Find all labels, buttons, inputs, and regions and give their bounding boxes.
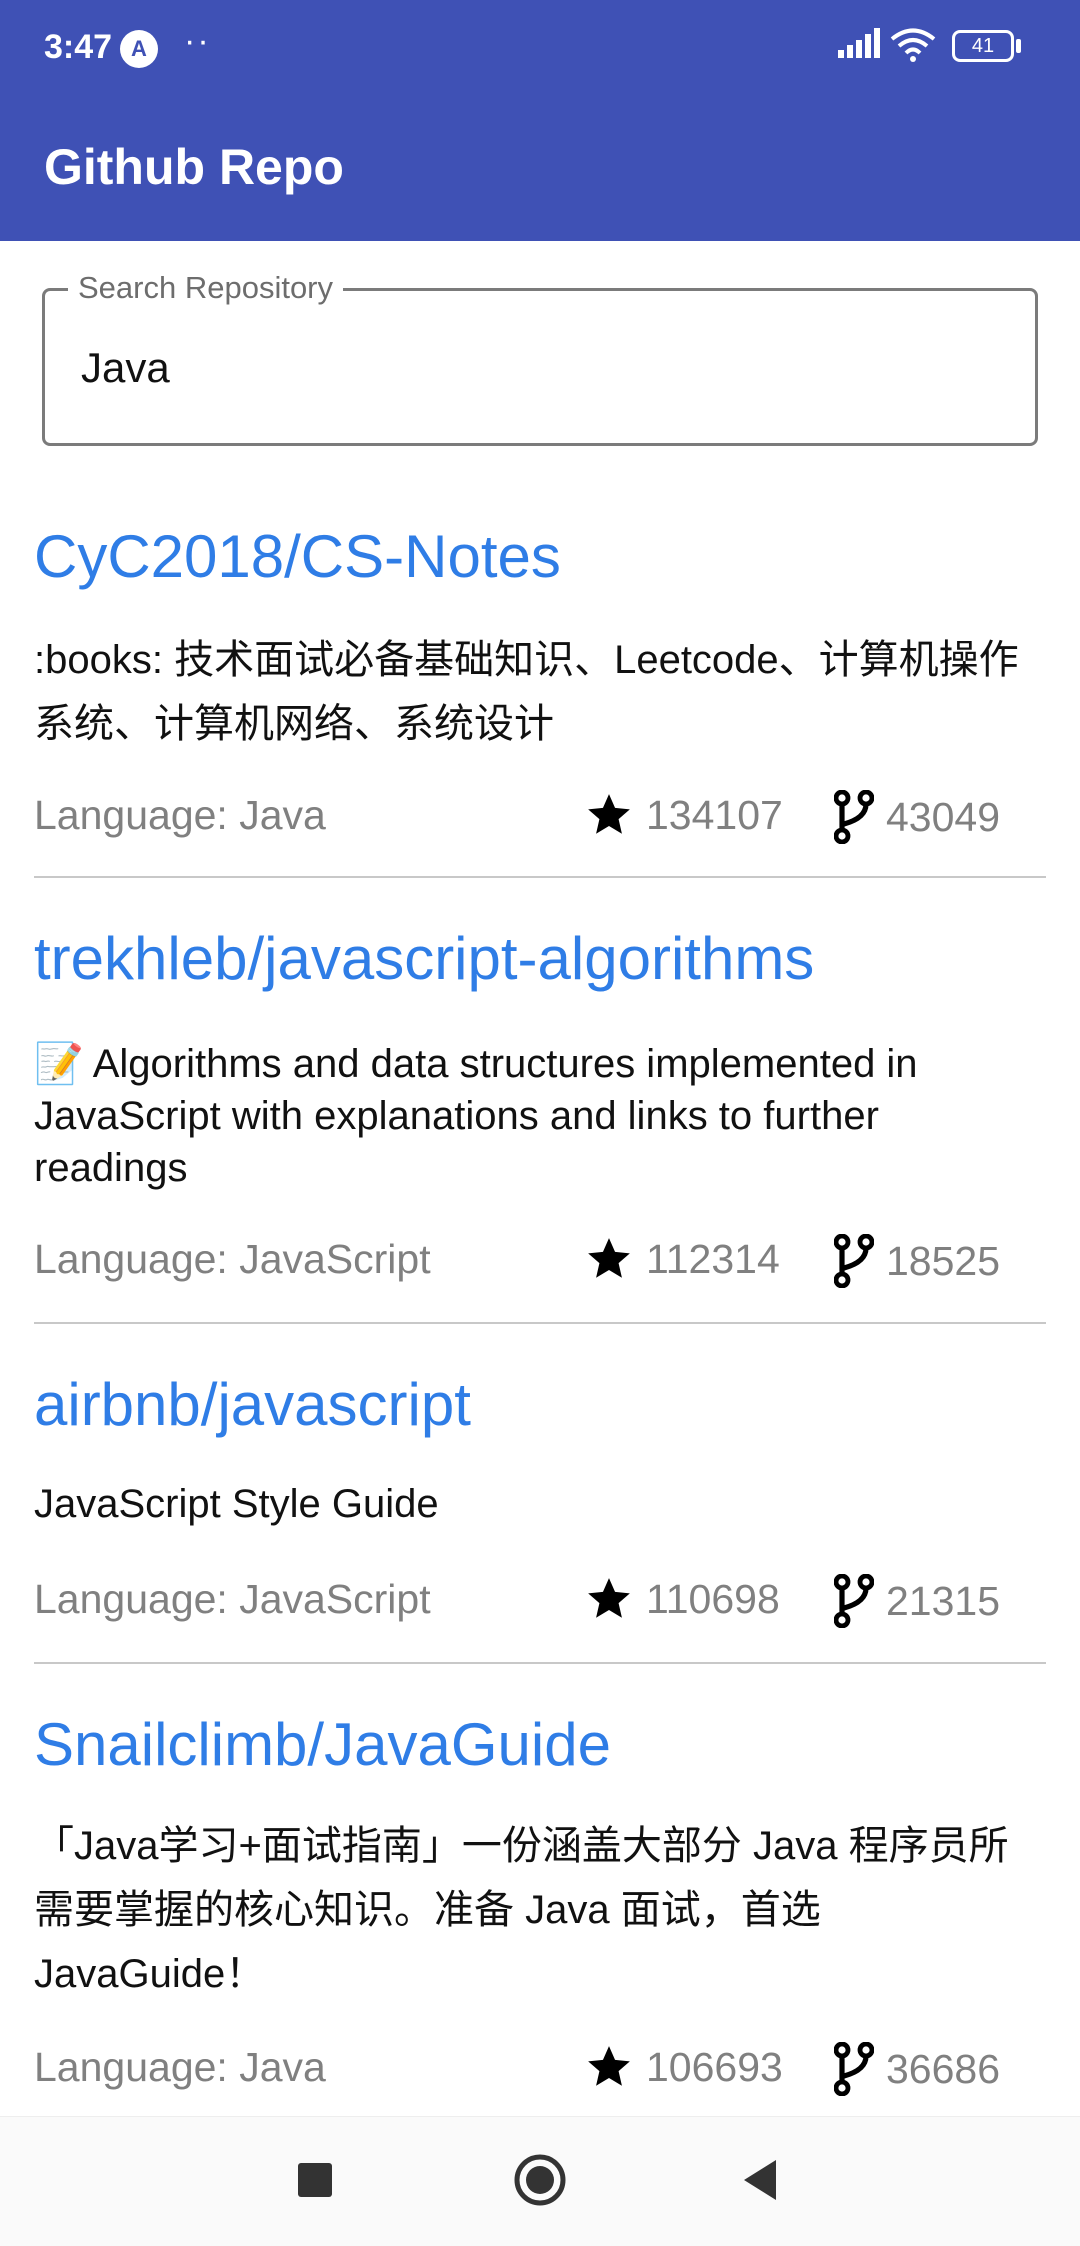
status-time: 3:47 bbox=[44, 28, 113, 66]
divider bbox=[34, 1662, 1046, 1664]
repo-stars: 134107 bbox=[584, 790, 783, 840]
signal-icon bbox=[838, 28, 882, 63]
fork-count: 43049 bbox=[886, 793, 1001, 840]
fork-icon bbox=[834, 1234, 874, 1288]
circle-icon bbox=[514, 2154, 566, 2206]
star-count: 134107 bbox=[646, 791, 783, 838]
divider bbox=[34, 1322, 1046, 1324]
repo-language: Language: JavaScript bbox=[34, 1576, 431, 1622]
repo-description: :books: 技术面试必备基础知识、Leetcode、计算机操作系统、计算机网… bbox=[34, 638, 1019, 746]
star-icon bbox=[588, 794, 630, 834]
repo-forks: 21315 bbox=[834, 1574, 1000, 1628]
repo-language: Language: JavaScript bbox=[34, 1236, 431, 1282]
fork-icon bbox=[834, 2042, 874, 2096]
divider bbox=[34, 876, 1046, 878]
repo-stars: 110698 bbox=[584, 1574, 780, 1624]
fork-icon bbox=[834, 790, 874, 844]
navigation-bar bbox=[0, 2116, 1080, 2246]
repo-language: Language: Java bbox=[34, 792, 326, 838]
battery-tip bbox=[1016, 39, 1021, 53]
repo-stars: 106693 bbox=[584, 2042, 783, 2092]
search-input[interactable] bbox=[81, 343, 981, 393]
notification-badge-icon: A bbox=[120, 30, 158, 68]
recents-button[interactable] bbox=[280, 2145, 350, 2215]
status-bar: 3:47 A ·· 41 bbox=[0, 0, 1080, 96]
fork-icon bbox=[834, 1574, 874, 1628]
star-count: 112314 bbox=[646, 1235, 780, 1282]
star-icon bbox=[588, 1238, 630, 1278]
star-icon bbox=[588, 2046, 630, 2086]
repo-name[interactable]: Snailclimb/JavaGuide bbox=[34, 1710, 611, 1779]
wifi-icon bbox=[890, 28, 936, 67]
repo-name[interactable]: airbnb/javascript bbox=[34, 1370, 471, 1439]
triangle-back-icon bbox=[744, 2160, 776, 2200]
repo-description: 「Java学习+面试指南」一份涵盖大部分 Java 程序员所需要掌握的核心知识。… bbox=[34, 1824, 1009, 1996]
star-icon bbox=[588, 1578, 630, 1618]
search-field-label: Search Repository bbox=[68, 270, 344, 306]
repo-stars: 112314 bbox=[584, 1234, 780, 1284]
repo-forks: 18525 bbox=[834, 1234, 1000, 1288]
repo-name[interactable]: trekhleb/javascript-algorithms bbox=[34, 924, 814, 993]
app-bar: 3:47 A ·· 41 Github Repo bbox=[0, 0, 1080, 241]
star-count: 110698 bbox=[646, 1575, 780, 1622]
repo-name[interactable]: CyC2018/CS-Notes bbox=[34, 522, 561, 591]
repo-forks: 36686 bbox=[834, 2042, 1000, 2096]
repo-forks: 43049 bbox=[834, 790, 1000, 844]
fork-count: 18525 bbox=[886, 1237, 1001, 1284]
square-icon bbox=[298, 2163, 332, 2197]
search-field[interactable] bbox=[42, 288, 1038, 446]
repo-language: Language: Java bbox=[34, 2044, 326, 2090]
back-button[interactable] bbox=[725, 2145, 795, 2215]
battery-icon: 41 bbox=[952, 30, 1014, 62]
fork-count: 36686 bbox=[886, 2045, 1001, 2092]
home-button[interactable] bbox=[505, 2145, 575, 2215]
app-title: Github Repo bbox=[44, 139, 344, 195]
more-notifications-icon: ·· bbox=[184, 22, 211, 60]
repo-description: 📝 Algorithms and data structures impleme… bbox=[34, 1042, 918, 1190]
fork-count: 21315 bbox=[886, 1577, 1001, 1624]
repo-description: JavaScript Style Guide bbox=[34, 1482, 439, 1526]
star-count: 106693 bbox=[646, 2043, 783, 2090]
